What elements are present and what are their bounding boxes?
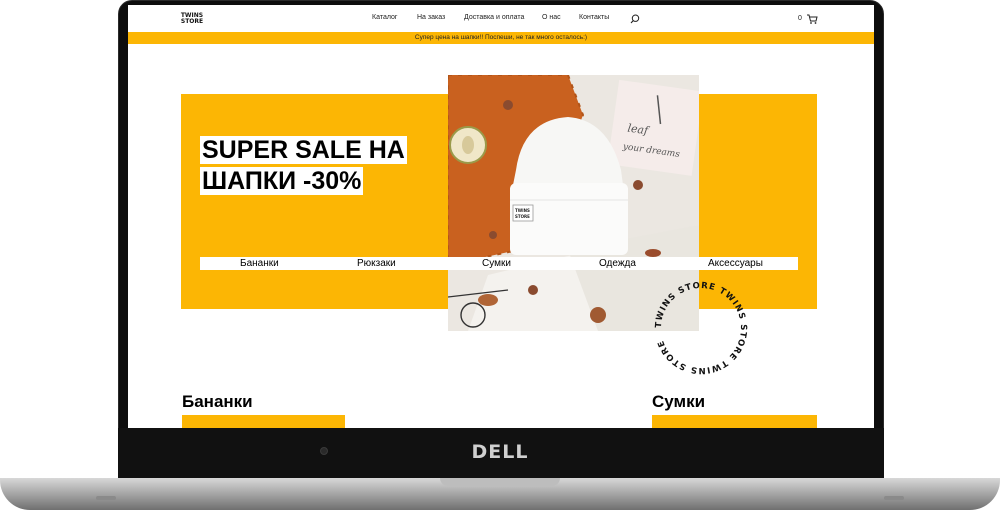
hero-title: SUPER SALE НА ШАПКИ -30% <box>200 135 410 197</box>
laptop-brand-logo: DELL <box>471 441 529 463</box>
nav-order[interactable]: На заказ <box>417 14 445 21</box>
nav-about[interactable]: О нас <box>542 14 561 21</box>
cart-icon[interactable] <box>806 13 818 25</box>
category-backpacks[interactable]: Рюкзаки <box>357 257 396 270</box>
laptop-foot-left <box>96 496 116 500</box>
laptop-hinge-notch <box>440 478 560 486</box>
section-title-bananki: Бананки <box>182 392 253 411</box>
cart-count: 0 <box>798 15 802 22</box>
laptop-foot-right <box>884 496 904 500</box>
search-icon[interactable] <box>630 14 640 24</box>
category-bananki[interactable]: Бананки <box>240 257 279 270</box>
section-card-bananki[interactable] <box>182 415 345 428</box>
nav-contacts[interactable]: Контакты <box>579 14 609 21</box>
webcam <box>320 447 328 455</box>
site-logo[interactable]: TWINS STORE <box>180 13 204 25</box>
category-bags[interactable]: Сумки <box>482 257 511 270</box>
twins-store-circle-badge: TWINS STORE TWINS STORE TWINS STORE <box>654 281 748 375</box>
category-accessories[interactable]: Аксессуары <box>708 257 763 270</box>
badge-text: TWINS STORE TWINS STORE TWINS STORE <box>654 281 747 375</box>
svg-text:STORE: STORE <box>515 214 530 219</box>
category-bar: Бананки Рюкзаки Сумки Одежда Аксессуары <box>200 257 798 270</box>
section-title-bags: Сумки <box>652 392 706 411</box>
hero-title-line2: ШАПКИ -30% <box>200 167 364 195</box>
site-header: TWINS STORE Каталог На заказ Доставка и … <box>128 5 874 32</box>
svg-text:TWINS: TWINS <box>515 208 530 213</box>
nav-catalog[interactable]: Каталог <box>372 14 397 21</box>
nav-delivery[interactable]: Доставка и оплата <box>464 14 524 21</box>
promo-bar: Супер цена на шапки!! Поспеши, не так мн… <box>128 32 874 44</box>
screen: TWINS STORE Каталог На заказ Доставка и … <box>128 5 874 428</box>
hero-title-line1: SUPER SALE НА <box>200 136 407 164</box>
svg-text:TWINS STORE TWINS STORE TWINS: TWINS STORE TWINS STORE TWINS STORE <box>654 281 748 375</box>
category-clothing[interactable]: Одежда <box>599 257 636 270</box>
section-card-bags[interactable] <box>652 415 817 428</box>
